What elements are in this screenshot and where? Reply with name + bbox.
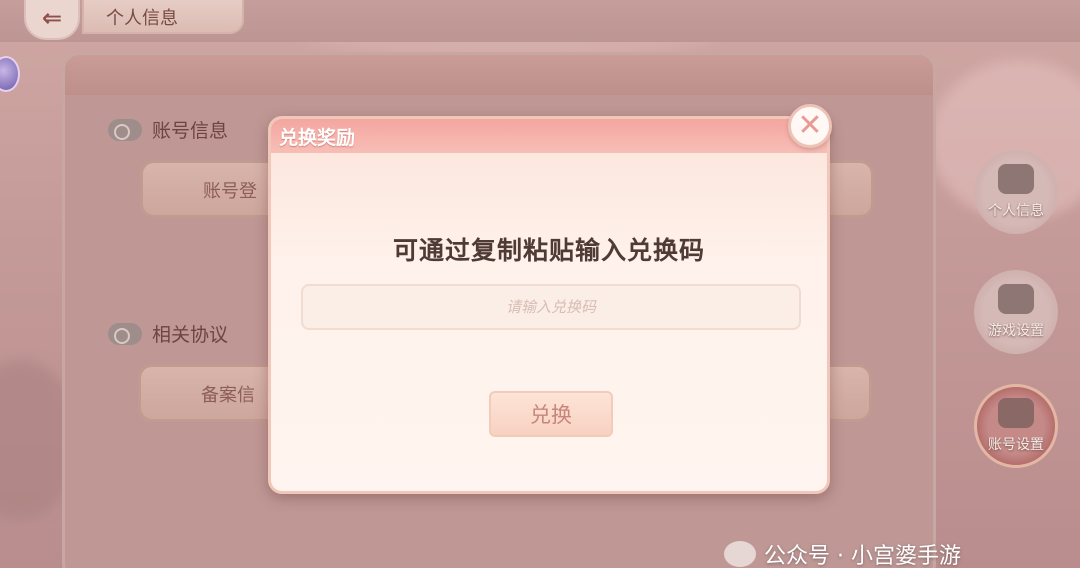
close-button[interactable]: ✕ (788, 104, 832, 148)
section-title: 账号信息 (152, 120, 229, 142)
back-button[interactable]: ⇐ (24, 0, 80, 40)
section-account-info: 账号信息 (108, 116, 228, 143)
redeem-button[interactable]: 兑换 (489, 391, 613, 437)
swirl-icon (108, 118, 142, 141)
dialog-prompt: 可通过复制粘贴输入兑换码 (392, 236, 705, 265)
row-label: 备案信 (201, 385, 255, 406)
side-nav-account-settings[interactable]: 账号设置 (974, 384, 1058, 468)
side-nav-personal-info[interactable]: 个人信息 (974, 150, 1058, 234)
side-nav-label: 个人信息 (988, 203, 1044, 219)
redeem-reward-dialog: 兑换奖励 可通过复制粘贴输入兑换码 兑换 (268, 116, 830, 494)
section-title: 相关协议 (152, 324, 229, 346)
page-title: 个人信息 (82, 0, 244, 34)
gamepad-gear-icon (998, 284, 1034, 314)
dialog-title: 兑换奖励 (271, 119, 827, 153)
close-icon: ✕ (797, 108, 823, 143)
floating-orb-icon[interactable] (0, 56, 20, 92)
user-gear-icon (998, 398, 1034, 428)
section-agreements: 相关协议 (108, 320, 228, 347)
watermark-text: 公众号 · 小宫婆手游 (764, 544, 961, 568)
wechat-icon (724, 541, 756, 567)
side-nav-label: 账号设置 (988, 437, 1044, 453)
back-arrow-icon: ⇐ (41, 4, 63, 32)
watermark: 公众号 · 小宫婆手游 (724, 538, 961, 568)
swirl-icon (108, 322, 142, 345)
row-label: 账号登 (203, 181, 257, 202)
panel-header-strip (65, 55, 933, 95)
side-nav-game-settings[interactable]: 游戏设置 (974, 270, 1058, 354)
side-nav-label: 游戏设置 (988, 323, 1044, 339)
redeem-code-input[interactable] (301, 284, 801, 330)
person-card-icon (998, 164, 1034, 194)
